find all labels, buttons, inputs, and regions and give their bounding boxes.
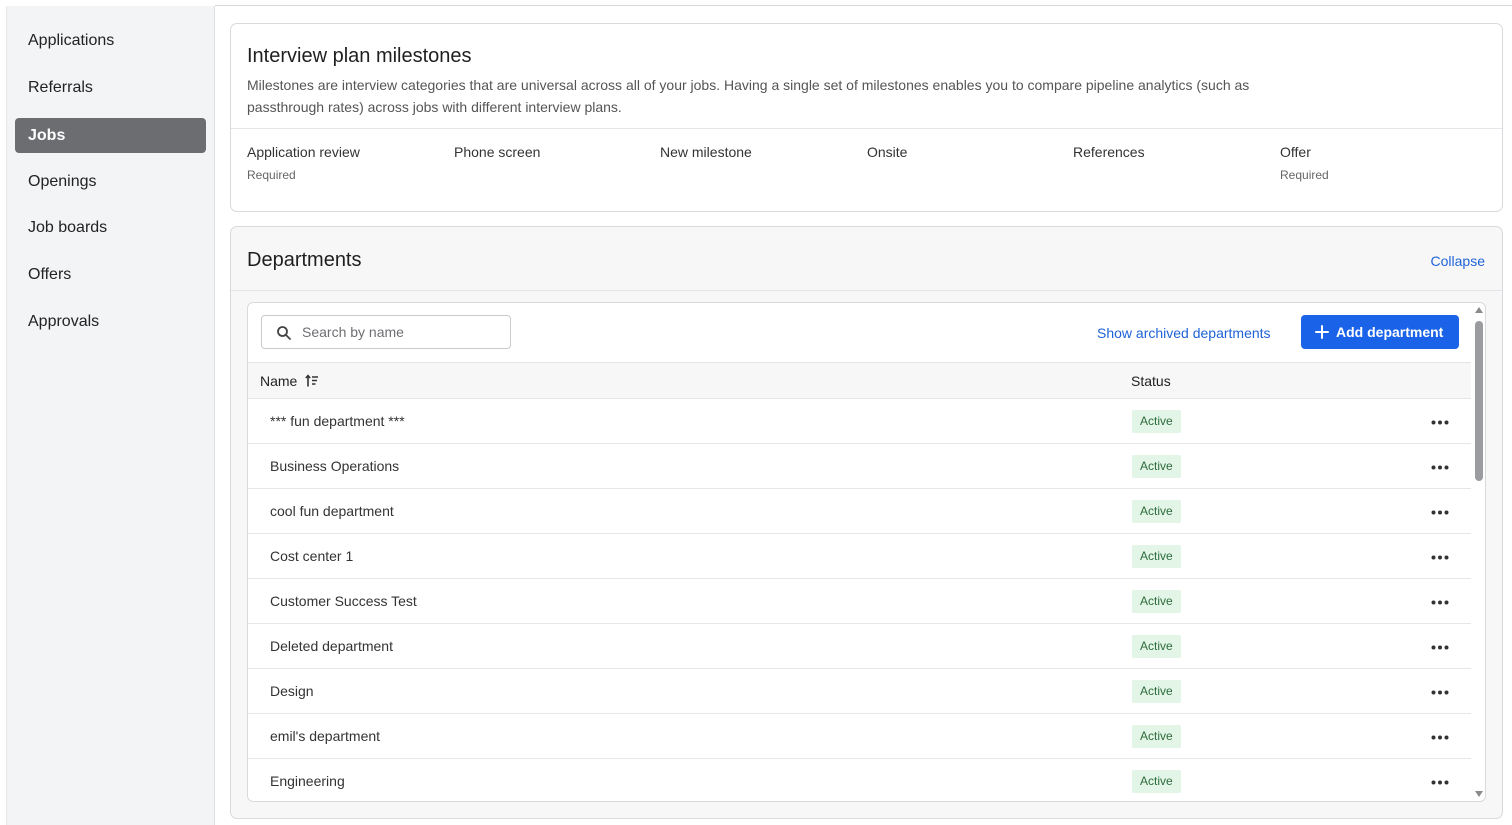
departments-title: Departments — [247, 249, 362, 271]
status-badge: Active — [1132, 545, 1181, 568]
more-horizontal-icon[interactable] — [1431, 465, 1449, 470]
milestones-description: Milestones are interview categories that… — [247, 77, 1250, 115]
status-badge: Active — [1132, 635, 1181, 658]
milestone-offer: Offer Required — [1280, 144, 1329, 182]
add-department-label: Add department — [1336, 324, 1444, 340]
status-badge: Active — [1132, 770, 1181, 793]
milestone-application-review: Application review Required — [247, 144, 360, 182]
add-department-button[interactable]: Add department — [1301, 315, 1459, 349]
milestones-title: Interview plan milestones — [247, 45, 472, 67]
department-name[interactable]: emil's department — [270, 728, 380, 744]
department-name[interactable]: Cost center 1 — [270, 548, 353, 564]
milestone-name: Offer — [1280, 144, 1311, 160]
search-icon — [277, 326, 291, 340]
more-horizontal-icon[interactable] — [1431, 690, 1449, 695]
collapse-link[interactable]: Collapse — [1431, 253, 1485, 269]
department-name[interactable]: *** fun department *** — [270, 413, 405, 429]
scrollbar-thumb[interactable] — [1475, 321, 1483, 481]
departments-card: Departments Collapse Show archived depar… — [230, 226, 1503, 819]
table-row[interactable]: Design Active — [248, 669, 1471, 714]
table-row[interactable]: cool fun department Active — [248, 489, 1471, 534]
status-badge: Active — [1132, 455, 1181, 478]
milestone-name: References — [1073, 144, 1145, 160]
milestone-references: References — [1073, 144, 1145, 160]
column-header-status: Status — [1131, 373, 1171, 389]
sidebar: Applications Referrals Jobs Openings Job… — [6, 6, 215, 825]
search-input[interactable] — [302, 316, 502, 348]
milestone-new-milestone: New milestone — [660, 144, 752, 160]
table-row[interactable]: Business Operations Active — [248, 444, 1471, 489]
more-horizontal-icon[interactable] — [1431, 735, 1449, 740]
milestones-divider — [231, 128, 1502, 129]
scroll-up-arrow-icon[interactable] — [1475, 307, 1483, 313]
scroll-down-arrow-icon[interactable] — [1475, 791, 1483, 797]
status-badge: Active — [1132, 410, 1181, 433]
status-badge: Active — [1132, 680, 1181, 703]
table-row[interactable]: Customer Success Test Active — [248, 579, 1471, 624]
sidebar-item-openings[interactable]: Openings — [15, 164, 206, 199]
department-name[interactable]: Business Operations — [270, 458, 399, 474]
sidebar-item-job-boards[interactable]: Job boards — [15, 210, 206, 245]
sort-icon[interactable] — [305, 374, 319, 388]
department-name[interactable]: cool fun department — [270, 503, 394, 519]
more-horizontal-icon[interactable] — [1431, 600, 1449, 605]
milestone-name: New milestone — [660, 144, 752, 160]
status-badge: Active — [1132, 500, 1181, 523]
table-row[interactable]: Deleted department Active — [248, 624, 1471, 669]
milestone-required-label: Required — [247, 168, 296, 182]
milestone-required-label: Required — [1280, 168, 1329, 182]
milestone-name: Phone screen — [454, 144, 541, 160]
status-badge: Active — [1132, 725, 1181, 748]
milestones-card: Interview plan milestones Milestones are… — [230, 23, 1503, 212]
top-divider — [215, 5, 1512, 6]
milestone-name: Onsite — [867, 144, 908, 160]
column-header-name[interactable]: Name — [260, 373, 297, 389]
departments-table-panel: Show archived departments Add department… — [247, 302, 1486, 802]
plus-icon — [1315, 325, 1329, 339]
milestone-name: Application review — [247, 144, 360, 160]
table-row[interactable]: emil's department Active — [248, 714, 1471, 759]
department-name[interactable]: Engineering — [270, 773, 345, 789]
departments-divider — [231, 290, 1502, 291]
department-name[interactable]: Design — [270, 683, 314, 699]
more-horizontal-icon[interactable] — [1431, 780, 1449, 785]
sidebar-item-approvals[interactable]: Approvals — [15, 304, 206, 339]
more-horizontal-icon[interactable] — [1431, 555, 1449, 560]
table-row[interactable]: Engineering Active — [248, 759, 1471, 801]
table-row[interactable]: *** fun department *** Active — [248, 399, 1471, 444]
milestone-onsite: Onsite — [867, 144, 907, 160]
department-name[interactable]: Deleted department — [270, 638, 393, 654]
milestone-phone-screen: Phone screen — [454, 144, 540, 160]
department-name[interactable]: Customer Success Test — [270, 593, 417, 609]
sidebar-item-applications[interactable]: Applications — [15, 23, 206, 58]
sidebar-item-referrals[interactable]: Referrals — [15, 70, 206, 105]
sidebar-item-offers[interactable]: Offers — [15, 257, 206, 292]
table-header: Name Status — [248, 362, 1471, 399]
table-scrollbar[interactable] — [1473, 305, 1485, 801]
sidebar-item-jobs[interactable]: Jobs — [15, 118, 206, 153]
department-list: *** fun department *** Active Business O… — [248, 399, 1471, 801]
status-badge: Active — [1132, 590, 1181, 613]
more-horizontal-icon[interactable] — [1431, 420, 1449, 425]
show-archived-departments-link[interactable]: Show archived departments — [1097, 325, 1271, 341]
more-horizontal-icon[interactable] — [1431, 645, 1449, 650]
table-row[interactable]: Cost center 1 Active — [248, 534, 1471, 579]
more-horizontal-icon[interactable] — [1431, 510, 1449, 515]
search-box[interactable] — [261, 315, 511, 349]
